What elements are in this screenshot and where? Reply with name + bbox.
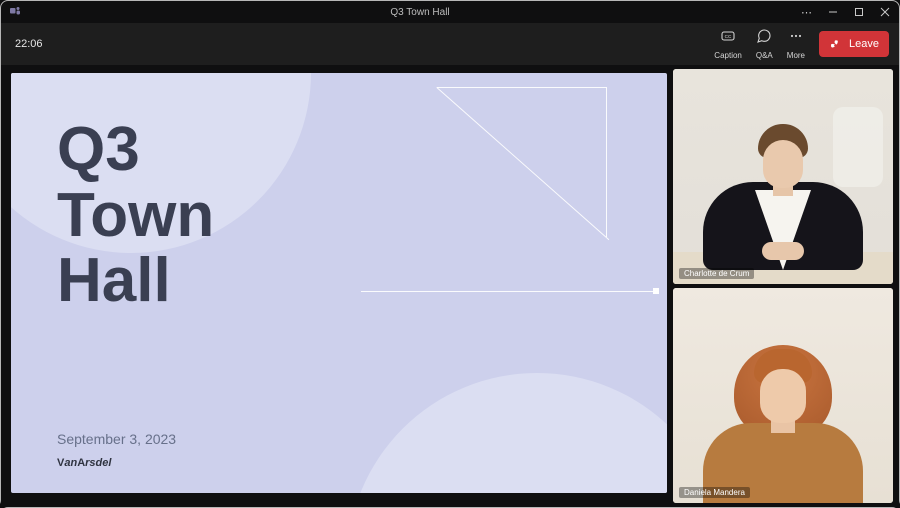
participant-tile[interactable]: Charlotte de Crum <box>673 69 893 284</box>
slide-date: September 3, 2023 <box>57 431 176 447</box>
chat-bubble-icon <box>756 28 772 49</box>
slide-brand: VanArsdel <box>57 457 111 469</box>
qa-label: Q&A <box>756 51 773 60</box>
slide-decor-dot <box>653 288 659 294</box>
slide-title-line: Town <box>57 181 214 250</box>
caption-icon: CC <box>720 28 736 49</box>
window-titlebar: Q3 Town Hall ⋯ <box>1 1 899 23</box>
leave-button[interactable]: Leave <box>819 31 889 57</box>
shared-content-area: Q3 Town Hall September 3, 2023 VanArsdel <box>5 69 669 503</box>
participant-name: Daniela Mandera <box>679 487 750 498</box>
presentation-slide: Q3 Town Hall September 3, 2023 VanArsdel <box>11 73 667 493</box>
titlebar-more-icon[interactable]: ⋯ <box>801 6 813 19</box>
more-label: More <box>787 51 805 60</box>
leave-label: Leave <box>849 38 879 50</box>
participant-name: Charlotte de Crum <box>679 268 754 279</box>
slide-decor-circle <box>347 373 667 493</box>
slide-title-line: Q3 <box>57 115 140 184</box>
window-maximize-button[interactable] <box>853 6 865 18</box>
app-logo-icon <box>9 5 21 20</box>
caption-button[interactable]: CC Caption <box>714 28 742 60</box>
meeting-timer: 22:06 <box>15 38 43 50</box>
qa-button[interactable]: Q&A <box>756 28 773 60</box>
participant-panel: Charlotte de Crum Daniela Mandera <box>673 69 895 503</box>
meeting-toolbar: 22:06 CC Caption Q&A More Leave <box>1 23 899 65</box>
caption-label: Caption <box>714 51 742 60</box>
slide-decor-triangle <box>437 87 607 237</box>
window-minimize-button[interactable] <box>827 6 839 18</box>
participant-tile[interactable]: Daniela Mandera <box>673 288 893 503</box>
window-close-button[interactable] <box>879 6 891 18</box>
slide-title: Q3 Town Hall <box>57 117 214 314</box>
slide-decor-line <box>361 291 659 292</box>
meeting-stage: Q3 Town Hall September 3, 2023 VanArsdel… <box>1 65 899 507</box>
more-icon <box>788 28 804 49</box>
window-title: Q3 Town Hall <box>69 7 771 18</box>
more-button[interactable]: More <box>787 28 805 60</box>
slide-title-line: Hall <box>57 246 171 315</box>
hangup-icon <box>829 36 843 53</box>
svg-text:CC: CC <box>725 34 732 39</box>
